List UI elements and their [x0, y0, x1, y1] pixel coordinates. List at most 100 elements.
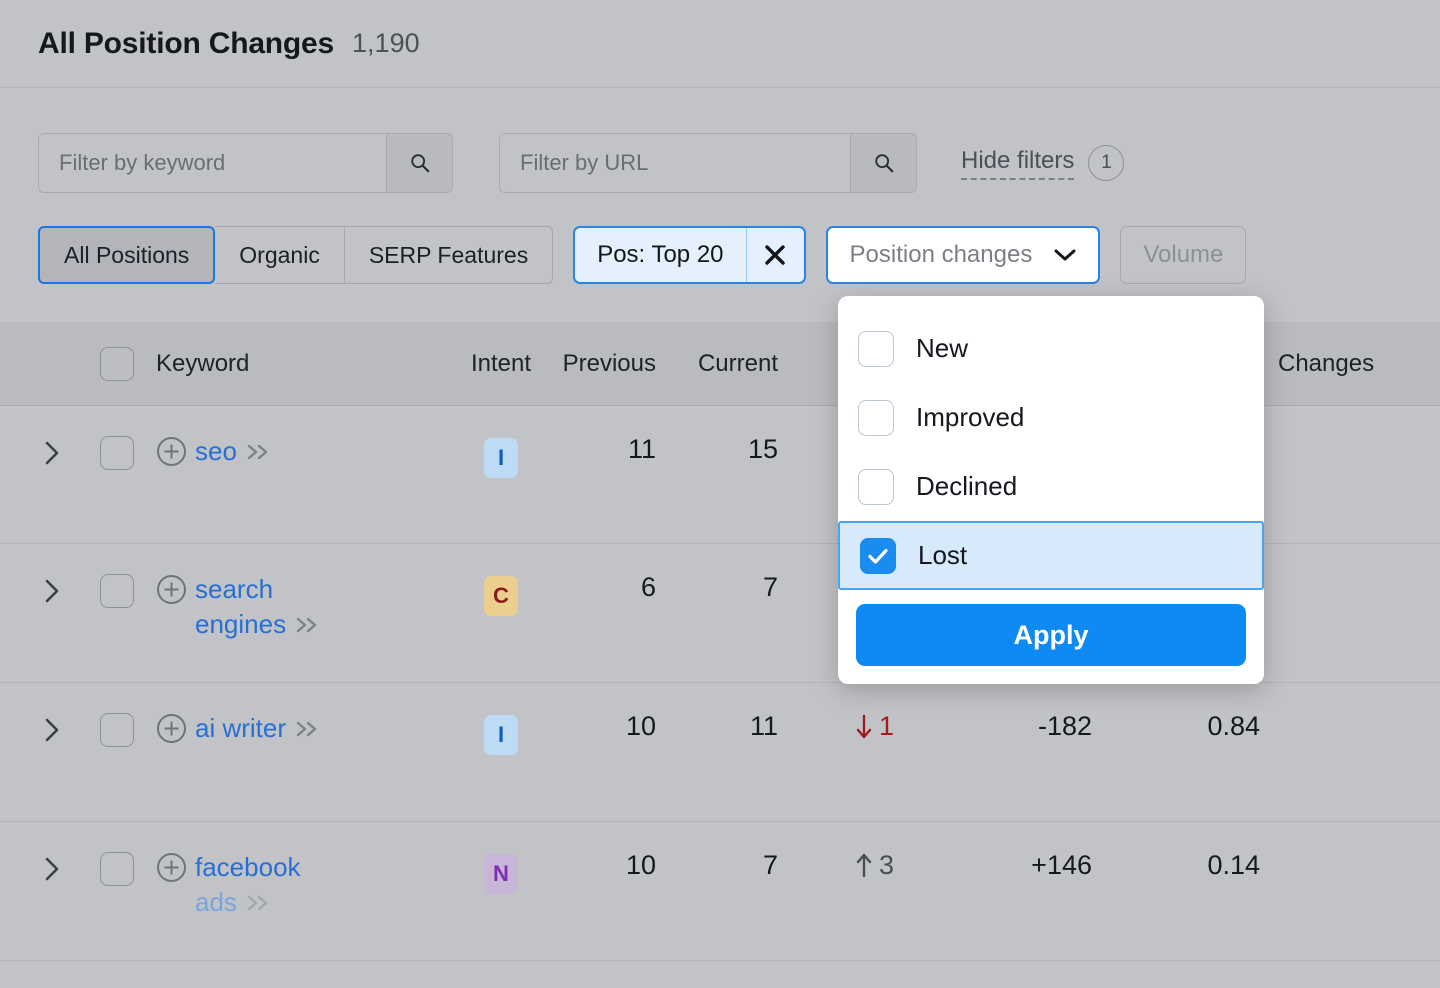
add-keyword-icon[interactable]	[156, 436, 187, 467]
add-keyword-icon[interactable]	[156, 713, 187, 744]
dropdown-option-improved[interactable]: Improved	[838, 383, 1264, 452]
row-expand-toggle[interactable]	[44, 711, 100, 743]
row-checkbox[interactable]	[100, 436, 134, 470]
apply-button[interactable]: Apply	[856, 604, 1246, 666]
segment-organic[interactable]: Organic	[215, 226, 345, 284]
position-diff-up: 3	[855, 850, 894, 881]
checkbox-unchecked-icon[interactable]	[858, 399, 894, 436]
url-filter-input[interactable]	[500, 134, 850, 192]
keyword-filter-input[interactable]	[39, 134, 386, 192]
row-expand-toggle[interactable]	[44, 850, 100, 882]
header-current[interactable]: Current	[656, 350, 778, 378]
segment-serp-features[interactable]: SERP Features	[344, 226, 554, 284]
previous-position: 11	[627, 434, 656, 464]
keyword-link[interactable]: seo	[195, 434, 237, 469]
header-keyword[interactable]: Keyword	[156, 350, 456, 378]
header-intent[interactable]: Intent	[456, 350, 546, 378]
add-keyword-icon[interactable]	[156, 852, 187, 883]
value-cell: -182	[1037, 711, 1092, 741]
row-checkbox[interactable]	[100, 574, 134, 608]
current-position: 7	[762, 572, 778, 602]
filter-pills-row: All Positions Organic SERP Features Pos:…	[38, 226, 1247, 284]
keyword-filter-box	[38, 133, 453, 193]
position-top20-label: Pos: Top 20	[597, 241, 724, 268]
intent-cell: I	[456, 434, 546, 478]
intent-badge[interactable]: I	[484, 715, 518, 755]
page-header: All Position Changes 1,190	[0, 0, 1440, 88]
keyword-cell: seo	[156, 434, 456, 469]
hide-filters-count-badge: 1	[1088, 145, 1125, 181]
previous-position: 6	[640, 572, 656, 602]
page-title: All Position Changes	[38, 26, 335, 60]
keyword-link[interactable]: facebook	[195, 850, 301, 885]
dropdown-option-declined[interactable]: Declined	[838, 452, 1264, 521]
intent-cell: N	[456, 850, 546, 894]
current-position: 11	[749, 711, 778, 741]
header-changes[interactable]: Changes	[1260, 350, 1420, 378]
add-keyword-icon[interactable]	[156, 574, 187, 605]
segment-all-positions[interactable]: All Positions	[38, 226, 216, 284]
keyword-link[interactable]: ai writer	[195, 711, 286, 746]
position-changes-dropdown-menu: New Improved Declined Lost Apply	[838, 296, 1264, 684]
close-icon	[765, 245, 785, 265]
position-diff-down: 1	[855, 711, 894, 742]
checkbox-unchecked-icon[interactable]	[858, 468, 894, 505]
position-diff-value: 1	[878, 711, 894, 741]
position-changes-dropdown[interactable]: Position changes	[825, 226, 1101, 284]
results-count: 1,190	[352, 28, 420, 58]
remove-position-filter-button[interactable]	[745, 228, 804, 282]
chevron-right-icon	[45, 441, 59, 465]
percent-cell: 0.84	[1207, 711, 1260, 741]
position-changes-screen: All Position Changes 1,190 Filter by key…	[0, 0, 1440, 988]
filter-search-row: Hide filters 1	[38, 133, 1125, 193]
row-checkbox[interactable]	[100, 713, 134, 747]
intent-badge[interactable]: I	[484, 438, 518, 478]
value-cell: +146	[1031, 850, 1092, 880]
keyword-search-button[interactable]	[386, 134, 452, 192]
row-expand-toggle[interactable]	[44, 434, 100, 466]
table-row[interactable]: facebook ads N 10 7 3 +146 0.14	[0, 822, 1440, 961]
keyword-link-line2[interactable]: engines	[195, 607, 286, 642]
url-filter-box	[499, 133, 917, 193]
checkbox-checked-icon[interactable]	[860, 537, 896, 574]
percent-cell: 0.14	[1207, 850, 1260, 880]
intent-cell: C	[456, 572, 546, 616]
chevron-right-icon	[45, 579, 59, 603]
row-select-cell	[100, 572, 156, 608]
row-select-cell	[100, 711, 156, 747]
double-chevron-right-icon[interactable]	[245, 443, 271, 461]
table-row[interactable]: ai writer I 10 11 1 -182 0.84	[0, 683, 1440, 822]
chevron-right-icon	[45, 718, 59, 742]
dropdown-option-label: Lost	[918, 540, 968, 570]
arrow-down-icon	[856, 714, 872, 738]
double-chevron-right-icon[interactable]	[294, 720, 320, 738]
select-all-checkbox[interactable]	[100, 346, 134, 381]
url-search-button[interactable]	[850, 134, 916, 192]
dropdown-option-lost[interactable]: Lost	[838, 521, 1264, 590]
dropdown-option-label: New	[916, 333, 969, 363]
dropdown-option-label: Declined	[916, 471, 1018, 501]
previous-position: 10	[625, 850, 656, 880]
double-chevron-right-icon[interactable]	[294, 616, 320, 634]
intent-badge[interactable]: N	[484, 854, 518, 894]
search-icon	[874, 154, 893, 173]
keyword-link-line2[interactable]: ads	[195, 885, 237, 920]
position-top20-filter-pill[interactable]: Pos: Top 20	[573, 226, 806, 284]
dropdown-option-label: Improved	[916, 402, 1025, 432]
volume-filter-pill[interactable]: Volume	[1120, 226, 1247, 284]
position-diff-cell: 3	[778, 850, 916, 884]
position-diff-cell: 1	[778, 711, 916, 745]
header-previous[interactable]: Previous	[546, 350, 656, 378]
row-checkbox[interactable]	[100, 852, 134, 886]
row-select-cell	[100, 850, 156, 886]
position-changes-dropdown-label: Position changes	[849, 241, 1033, 268]
current-position: 15	[747, 434, 778, 464]
checkbox-unchecked-icon[interactable]	[858, 330, 894, 367]
keyword-link[interactable]: search	[195, 572, 273, 607]
intent-badge[interactable]: C	[484, 576, 518, 616]
hide-filters-toggle[interactable]: Hide filters 1	[961, 145, 1125, 181]
double-chevron-right-icon[interactable]	[245, 894, 271, 912]
row-expand-toggle[interactable]	[44, 572, 100, 604]
keyword-cell: search engines	[156, 572, 456, 642]
dropdown-option-new[interactable]: New	[838, 314, 1264, 383]
